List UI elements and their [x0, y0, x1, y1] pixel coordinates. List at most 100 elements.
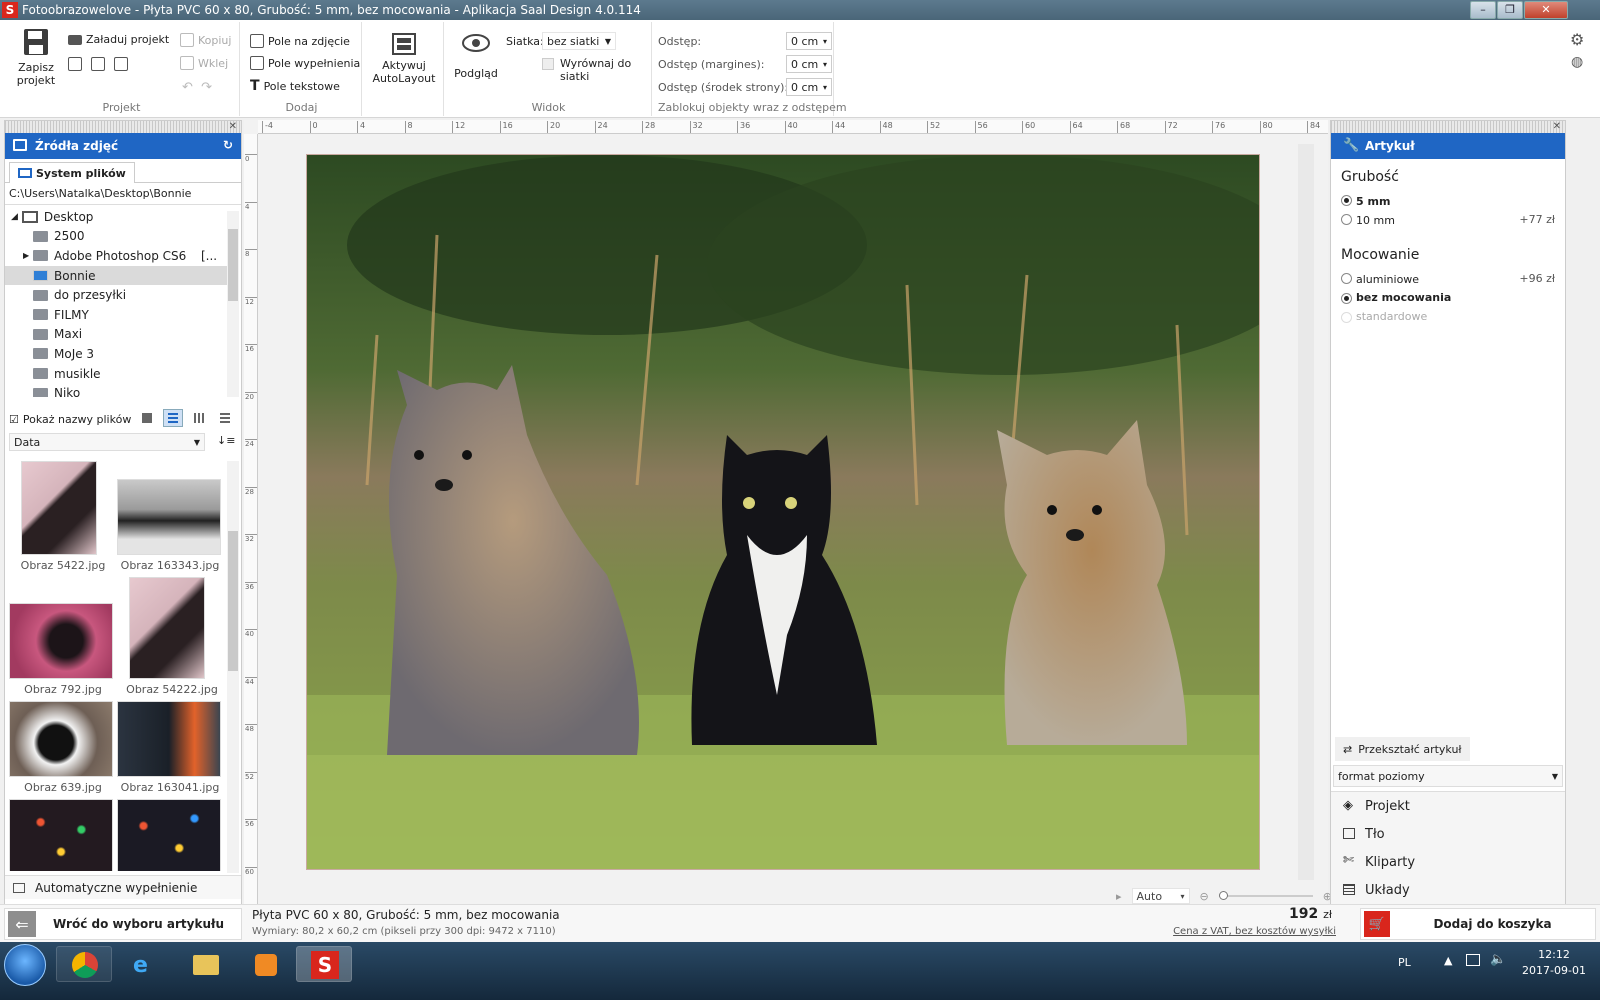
center-spacing-label: Odstęp (środek strony): — [658, 81, 789, 94]
add-photo-field-button[interactable]: Pole na zdjęcie — [250, 34, 350, 48]
taskbar-explorer[interactable] — [176, 946, 232, 982]
tree-scrollbar[interactable] — [227, 211, 239, 397]
mount-option-price: +96 zł — [1519, 272, 1555, 285]
tree-item-adobe[interactable]: ▶ Adobe Photoshop CS6 [... — [5, 246, 227, 266]
zoom-slider[interactable] — [1218, 891, 1313, 900]
export-pdf-icon[interactable] — [91, 57, 105, 71]
redo-icon[interactable]: ↷ — [201, 80, 212, 95]
close-button[interactable]: ✕ — [1524, 1, 1568, 19]
ribbon: Zapisz projekt Załaduj projekt Kopiuj Wk… — [0, 20, 1600, 118]
format-select[interactable]: format poziomy ▼ — [1333, 765, 1563, 787]
zoom-slider-knob[interactable] — [1218, 891, 1228, 900]
photo-field[interactable] — [306, 154, 1260, 870]
language-indicator[interactable]: PL — [1398, 956, 1411, 969]
close-panel-icon[interactable]: ✕ — [229, 121, 237, 132]
tree-item-do-przesylki[interactable]: do przesyłki — [5, 285, 227, 305]
tree-item-maxi[interactable]: Maxi — [5, 325, 227, 345]
nav-uklady[interactable]: Układy — [1331, 876, 1565, 904]
tree-item-filmy[interactable]: FILMY — [5, 305, 227, 325]
thickness-option-10mm[interactable]: 10 mm +77 zł — [1341, 210, 1555, 229]
list-view-icon[interactable] — [215, 409, 235, 427]
ruler-left-tick: 8 — [245, 249, 257, 258]
zoom-out-icon[interactable]: ⊖ — [1200, 890, 1209, 903]
thumbnail-image[interactable] — [117, 701, 221, 777]
tree-scroll-thumb[interactable] — [228, 229, 238, 301]
taskbar-chrome[interactable] — [56, 946, 112, 982]
show-names-toggle[interactable]: ☑ Pokaż nazwy plików — [9, 413, 131, 426]
thumbnail-image[interactable] — [129, 577, 205, 679]
path-field[interactable]: C:\Users\Natalka\Desktop\Bonnie — [5, 183, 241, 205]
thumbnail-image[interactable] — [9, 799, 113, 871]
panel-grip[interactable] — [1331, 121, 1565, 133]
ruler-top-tick: 84 — [1307, 121, 1320, 133]
sort-direction-icon[interactable]: ↓≡ — [217, 434, 235, 447]
thumbnail-image[interactable] — [21, 461, 97, 555]
nav-projekt[interactable]: ◈ Projekt — [1331, 792, 1565, 820]
spacing-select[interactable]: 0 cm ▾ — [786, 32, 832, 50]
undo-icon[interactable]: ↶ — [182, 80, 193, 95]
panel-grip[interactable] — [5, 121, 241, 133]
center-spacing-select[interactable]: 0 cm ▾ — [786, 78, 832, 96]
nav-kliparty[interactable]: ✄ Kliparty — [1331, 848, 1565, 876]
close-panel-icon[interactable]: ✕ — [1553, 121, 1561, 132]
thickness-option-5mm[interactable]: 5 mm — [1341, 191, 1555, 210]
save-project-button[interactable]: Zapisz projekt — [14, 28, 58, 87]
mount-option-bez-mocowania[interactable]: bez mocowania — [1341, 288, 1555, 307]
gear-icon[interactable]: ⚙ — [1570, 30, 1584, 49]
tree-item-2500[interactable]: 2500 — [5, 227, 227, 247]
small-view-icon[interactable] — [189, 409, 209, 427]
preview-button[interactable]: Podgląd — [454, 32, 498, 80]
auto-fill-button[interactable]: Automatyczne wypełnienie — [5, 875, 241, 899]
transform-icon: ⇄ — [1343, 742, 1353, 756]
thumbnail-image[interactable] — [117, 799, 221, 871]
thumbnail-image[interactable] — [9, 701, 113, 777]
start-button[interactable] — [4, 944, 46, 986]
load-project-button[interactable]: Załaduj projekt — [68, 33, 169, 46]
mount-option-label: standardowe — [1356, 310, 1428, 323]
sort-select[interactable]: Data ▼ — [9, 433, 205, 451]
thumbnail-scroll-thumb[interactable] — [228, 531, 238, 671]
transform-article-button[interactable]: ⇄ Przekształć artykuł — [1335, 737, 1470, 761]
zoom-select[interactable]: Auto ▾ — [1131, 888, 1190, 904]
network-icon[interactable] — [1466, 954, 1480, 966]
taskbar-media[interactable] — [236, 946, 292, 982]
mount-option-aluminiowe[interactable]: aluminiowe +96 zł — [1341, 269, 1555, 288]
minimize-button[interactable]: – — [1470, 1, 1496, 19]
add-text-field-button[interactable]: T Pole tekstowe — [250, 78, 340, 94]
large-view-icon[interactable] — [137, 409, 157, 427]
add-to-cart-button[interactable]: 🛒 Dodaj do koszyka — [1360, 908, 1596, 940]
globe-icon[interactable]: ◍ — [1571, 54, 1583, 70]
medium-view-icon[interactable] — [163, 409, 183, 427]
tree-item-musikle[interactable]: musikle — [5, 364, 227, 384]
source-tabs: System plików — [5, 159, 241, 183]
tree-item-niko[interactable]: Niko — [5, 383, 227, 397]
tree-item-desktop[interactable]: ◢ Desktop — [5, 207, 227, 227]
thumbnail-image[interactable] — [117, 479, 221, 555]
add-fill-field-button[interactable]: Pole wypełnienia — [250, 56, 360, 70]
nav-tlo[interactable]: Tło — [1331, 820, 1565, 848]
volume-icon[interactable]: 🔈 — [1490, 952, 1506, 967]
canvas-vertical-scrollbar[interactable] — [1298, 144, 1314, 880]
autolayout-button[interactable]: Aktywuj AutoLayout — [368, 32, 440, 85]
tree-item-label: Maxi — [54, 327, 83, 342]
price-note-link[interactable]: Cena z VAT, bez kosztów wysyłki — [1150, 926, 1336, 937]
thumbnail-scrollbar[interactable] — [227, 461, 239, 873]
tree-item-bonnie[interactable]: Bonnie — [5, 265, 227, 286]
paste-button[interactable]: Wklej — [180, 56, 228, 70]
thumbnail-image[interactable] — [9, 603, 113, 679]
align-to-grid-checkbox[interactable] — [542, 58, 554, 70]
export-image-icon[interactable] — [114, 57, 128, 71]
copy-button[interactable]: Kopiuj — [180, 33, 231, 47]
tree-item-moje3[interactable]: MoJe 3 — [5, 344, 227, 364]
taskbar-saal[interactable]: S — [296, 946, 352, 982]
tray-arrow-icon[interactable]: ▲ — [1444, 954, 1452, 967]
back-to-article-button[interactable]: ⇐ Wróć do wyboru artykułu — [4, 908, 242, 940]
grid-select[interactable]: bez siatki ▼ — [542, 32, 616, 50]
tab-file-system[interactable]: System plików — [9, 162, 135, 183]
play-icon[interactable]: ▸ — [1116, 890, 1122, 903]
margins-select[interactable]: 0 cm ▾ — [786, 55, 832, 73]
taskbar-ie[interactable]: e — [116, 946, 172, 982]
export-icon[interactable] — [68, 57, 82, 71]
maximize-button[interactable]: ❐ — [1497, 1, 1523, 19]
refresh-icon[interactable]: ↻ — [223, 138, 233, 152]
